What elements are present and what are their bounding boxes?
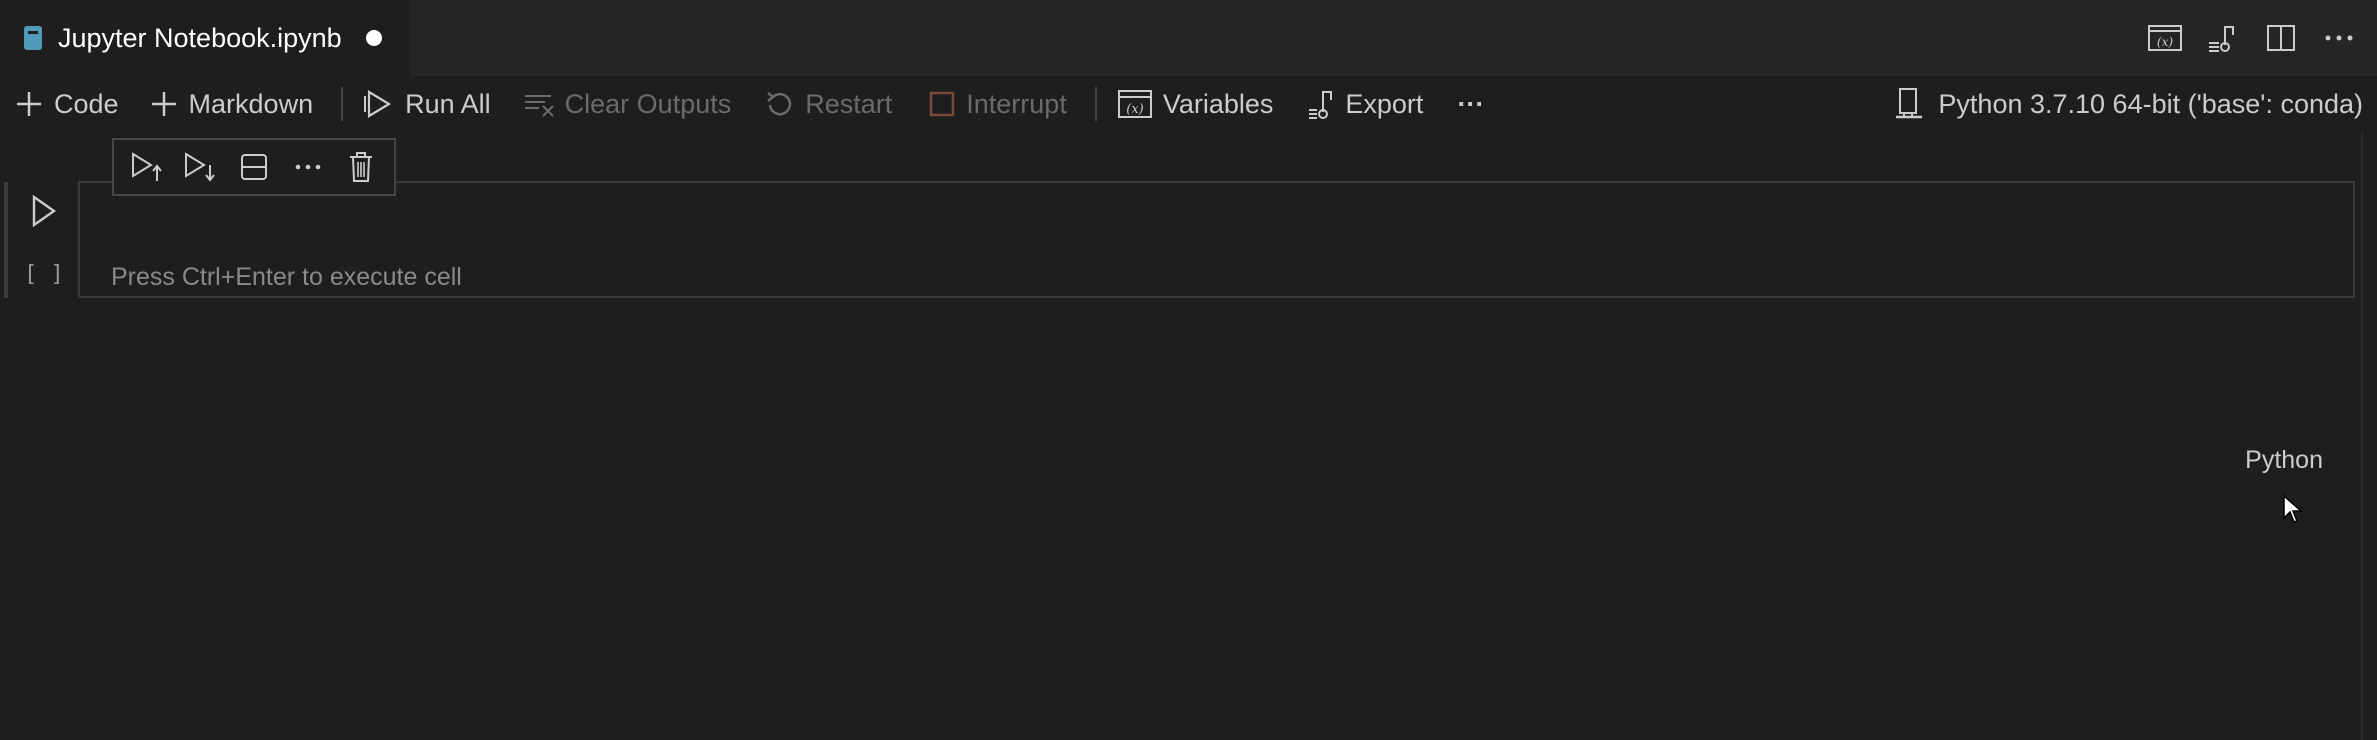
split-editor-icon[interactable] xyxy=(2263,20,2299,56)
svg-text:(x): (x) xyxy=(2157,35,2173,49)
export-icon xyxy=(1309,91,1333,119)
code-label: Code xyxy=(54,88,119,119)
kernel-label: Python 3.7.10 64-bit ('base': conda) xyxy=(1938,88,2363,119)
execute-below-icon[interactable] xyxy=(181,148,219,186)
plus-icon xyxy=(151,92,176,116)
more-cell-actions-icon[interactable] xyxy=(289,148,327,186)
tab-title: Jupyter Notebook.ipynb xyxy=(58,22,342,53)
restart-label: Restart xyxy=(805,88,893,119)
run-all-button[interactable]: Run All xyxy=(363,76,491,132)
cell-language-label[interactable]: Python xyxy=(2245,446,2323,475)
plus-icon xyxy=(17,92,41,116)
add-code-cell-button[interactable]: Code xyxy=(14,76,119,132)
svg-text:(x): (x) xyxy=(1126,102,1143,117)
kernel-icon xyxy=(1896,88,1923,119)
toolbar-divider xyxy=(1094,87,1097,121)
variables-icon: (x) xyxy=(1117,90,1152,118)
export-button[interactable]: Export xyxy=(1307,76,1423,132)
mouse-cursor-icon xyxy=(2283,494,2303,523)
clear-all-icon xyxy=(524,95,554,117)
kernel-picker[interactable]: Python 3.7.10 64-bit ('base': conda) xyxy=(1894,76,2363,132)
export-label: Export xyxy=(1345,88,1424,119)
vertical-scrollbar[interactable] xyxy=(2361,132,2377,740)
cell-toolbar xyxy=(112,138,396,196)
more-label: ··· xyxy=(1457,88,1485,119)
variables-label: Variables xyxy=(1162,88,1274,119)
notebook-toolbar: Code Markdown Run All Clear Outputs Rest… xyxy=(0,76,2377,132)
interrupt-button[interactable]: Interrupt xyxy=(928,76,1067,132)
interrupt-label: Interrupt xyxy=(966,88,1067,119)
tab-bar: Jupyter Notebook.ipynb (x) xyxy=(0,0,2377,76)
restart-button[interactable]: Restart xyxy=(765,76,892,132)
tab-jupyter-notebook[interactable]: Jupyter Notebook.ipynb xyxy=(0,0,410,76)
notebook-icon xyxy=(24,26,42,50)
cell-placeholder: Press Ctrl+Enter to execute cell xyxy=(111,263,462,291)
cell-focus-indicator xyxy=(4,182,8,298)
clear-outputs-button[interactable]: Clear Outputs xyxy=(523,76,732,132)
execute-above-icon[interactable] xyxy=(128,148,166,186)
execution-count: [ ] xyxy=(24,262,64,287)
markdown-label: Markdown xyxy=(188,88,314,119)
run-all-label: Run All xyxy=(405,88,491,119)
toolbar-divider xyxy=(341,87,344,121)
variables-button[interactable]: (x) Variables xyxy=(1117,76,1274,132)
more-actions-icon[interactable] xyxy=(2321,20,2357,56)
run-cell-icon[interactable] xyxy=(28,193,60,229)
unsaved-indicator-icon[interactable] xyxy=(365,30,382,46)
variables-icon[interactable]: (x) xyxy=(2147,20,2183,56)
delete-cell-icon[interactable] xyxy=(342,148,380,186)
run-all-icon xyxy=(364,90,392,118)
add-markdown-cell-button[interactable]: Markdown xyxy=(149,76,314,132)
stop-icon xyxy=(930,91,955,117)
restart-icon xyxy=(767,92,792,116)
split-cell-icon[interactable] xyxy=(235,148,273,186)
more-toolbar-actions-button[interactable]: ··· xyxy=(1457,76,1484,132)
outline-icon[interactable] xyxy=(2205,20,2241,56)
clear-outputs-label: Clear Outputs xyxy=(564,88,732,119)
